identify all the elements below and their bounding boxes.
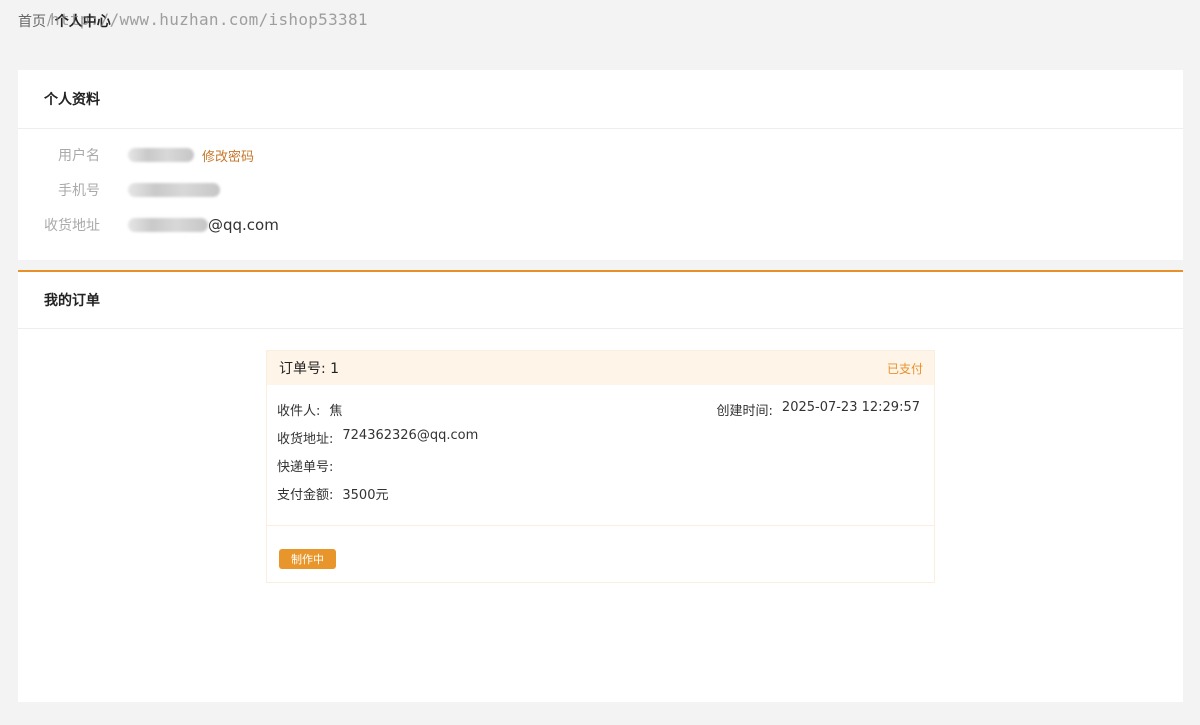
order-state-button[interactable]: 制作中 [279, 549, 336, 569]
orders-panel-header: 我的订单 [18, 272, 1183, 329]
order-created-row: 创建时间: 2025-07-23 12:29:57 [717, 400, 920, 419]
order-amount-value: 3500元 [342, 488, 389, 503]
order-status-badge: 已支付 [886, 361, 923, 376]
order-receiver-row: 收件人: 焦 [277, 400, 342, 419]
order-tracking-row: 快递单号: [277, 456, 342, 475]
order-receiver-label: 收件人: [277, 404, 321, 419]
phone-label: 手机号 [58, 183, 100, 199]
profile-panel-header: 个人资料 [18, 70, 1183, 129]
order-created-value: 2025-07-23 12:29:57 [781, 400, 920, 415]
username-label: 用户名 [58, 148, 100, 164]
breadcrumb: 首页 / 个人中心 [18, 11, 111, 31]
profile-panel: 个人资料 用户名 修改密码 手机号 收货地址 @qq.com [18, 70, 1183, 260]
orders-panel: 我的订单 订单号: 1 已支付 收件人: 焦 创建时间: 2025-07-23 … [18, 270, 1183, 702]
order-address-value: 724362326@qq.com [342, 428, 479, 443]
phone-redacted [128, 183, 220, 197]
profile-title: 个人资料 [44, 92, 100, 108]
address-value: @qq.com [128, 216, 279, 234]
order-created-label: 创建时间: [716, 404, 773, 419]
order-number: 订单号: 1 [279, 361, 340, 377]
phone-row: 手机号 [18, 180, 220, 200]
order-card-footer: 制作中 [267, 526, 934, 582]
orders-title: 我的订单 [44, 293, 100, 309]
address-email-domain: @qq.com [208, 216, 279, 234]
order-tracking-label: 快递单号: [277, 460, 334, 475]
order-amount-row: 支付金额: 3500元 [277, 484, 388, 503]
address-label: 收货地址 [44, 218, 100, 234]
change-password-link[interactable]: 修改密码 [202, 146, 254, 165]
phone-value [128, 183, 220, 197]
breadcrumb-current: 个人中心 [54, 14, 111, 30]
username-value: 修改密码 [128, 146, 254, 165]
username-row: 用户名 修改密码 [18, 145, 254, 165]
address-row: 收货地址 @qq.com [18, 215, 279, 235]
order-address-label: 收货地址: [277, 432, 334, 447]
order-card-body: 收件人: 焦 创建时间: 2025-07-23 12:29:57 收货地址: 7… [267, 385, 934, 526]
username-redacted [128, 148, 194, 162]
address-redacted [128, 218, 208, 232]
order-card-header: 订单号: 1 已支付 [267, 351, 934, 385]
breadcrumb-separator: / [47, 13, 52, 29]
order-receiver-value: 焦 [329, 404, 343, 419]
user-center-page: 首页 / 个人中心 http://www.huzhan.com/ishop533… [0, 0, 1200, 725]
order-card: 订单号: 1 已支付 收件人: 焦 创建时间: 2025-07-23 12:29… [266, 350, 935, 583]
breadcrumb-home-link[interactable]: 首页 [18, 11, 46, 31]
order-amount-label: 支付金额: [277, 488, 334, 503]
order-address-row: 收货地址: 724362326@qq.com [277, 428, 478, 447]
